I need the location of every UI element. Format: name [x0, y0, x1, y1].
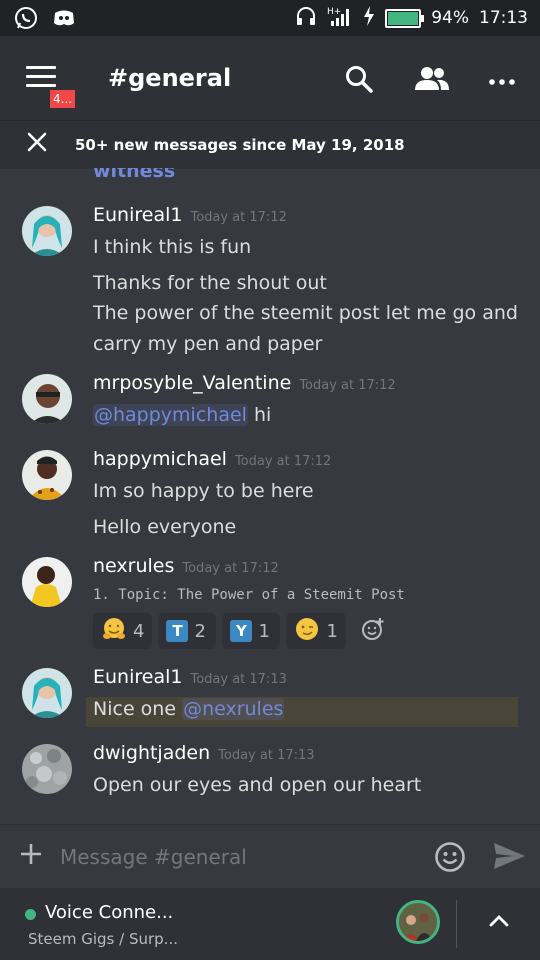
battery-level-fill — [388, 11, 419, 25]
discord-icon — [52, 6, 76, 34]
author-name[interactable]: mrposyble_Valentine — [93, 372, 291, 394]
message-text: Nice one @nexrules — [93, 698, 285, 720]
message-text: Open our eyes and open our heart — [93, 774, 422, 796]
hugging-face-emoji — [101, 616, 127, 647]
signal-icon: H+ — [327, 5, 353, 32]
channel-title: #general — [108, 64, 232, 92]
message-timestamp: Today at 17:12 — [299, 378, 396, 393]
reaction-count: 2 — [194, 620, 206, 642]
code-text: 1. Topic: The Power of a Steemit Post — [93, 587, 405, 603]
y-letter-emoji: Y — [230, 620, 253, 642]
author-name[interactable]: Eunireal1 — [93, 204, 182, 226]
clock: 17:13 — [479, 8, 528, 28]
message-input[interactable]: Message #general — [60, 845, 247, 869]
reaction[interactable]: Y 1 — [222, 613, 281, 649]
close-icon[interactable] — [26, 131, 48, 159]
message-author[interactable]: mrposyble_Valentine Today at 17:12 — [93, 372, 396, 394]
reaction[interactable]: T 2 — [158, 613, 217, 649]
message-text: carry my pen and paper — [93, 333, 323, 355]
voice-connection-bar[interactable]: Voice Conne... Steem Gigs / Surp... — [0, 888, 540, 960]
battery-icon — [385, 8, 425, 28]
add-reaction-icon — [360, 616, 386, 647]
message-author[interactable]: nexrules Today at 17:12 — [93, 555, 279, 577]
reaction[interactable]: 1 — [286, 613, 346, 649]
voice-status-dot — [25, 909, 36, 920]
message-text-fragment: Nice one — [93, 698, 183, 720]
avatar[interactable] — [22, 668, 72, 718]
channel-header: 4... #general — [0, 36, 540, 120]
reaction[interactable]: 4 — [93, 613, 153, 649]
message-text-fragment: hi — [247, 404, 272, 426]
new-messages-banner: 50+ new messages since May 19, 2018 — [0, 120, 540, 169]
members-icon[interactable] — [413, 64, 451, 98]
emoji-picker-icon[interactable] — [434, 841, 466, 877]
partial-message-text: witness — [93, 168, 176, 182]
message-composer: Message #general — [0, 824, 540, 889]
voice-status-title: Voice Conne... — [45, 902, 174, 923]
avatar[interactable] — [22, 744, 72, 794]
send-icon[interactable] — [492, 841, 526, 875]
message-author[interactable]: Eunireal1 Today at 17:13 — [93, 666, 287, 688]
add-reaction-button[interactable] — [352, 613, 394, 649]
winking-face-emoji — [294, 616, 320, 647]
avatar[interactable] — [22, 450, 72, 500]
reactions-row: 4 T 2 Y 1 1 — [93, 613, 394, 649]
user-mention[interactable]: @nexrules — [182, 698, 285, 720]
message-text: I think this is fun — [93, 236, 252, 258]
search-icon[interactable] — [344, 64, 374, 98]
new-messages-text: 50+ new messages since May 19, 2018 — [75, 136, 405, 154]
author-name[interactable]: Eunireal1 — [93, 666, 182, 688]
whatsapp-icon — [14, 6, 38, 34]
reaction-count: 1 — [258, 620, 270, 642]
divider — [456, 900, 457, 948]
message-author[interactable]: happymichael Today at 17:12 — [93, 448, 331, 470]
message-feed[interactable]: witness Eunireal1 Today at 17:12 I think … — [0, 168, 540, 824]
message-text: Hello everyone — [93, 516, 237, 538]
author-name[interactable]: dwightjaden — [93, 742, 210, 764]
more-icon[interactable] — [488, 72, 516, 91]
chevron-up-icon[interactable] — [488, 910, 510, 936]
user-mention[interactable]: @happymichael — [93, 404, 248, 426]
author-name[interactable]: happymichael — [93, 448, 227, 470]
reaction-count: 1 — [326, 620, 338, 642]
headset-icon — [295, 5, 317, 32]
charging-icon — [363, 5, 375, 31]
message-text: @happymichael hi — [93, 404, 271, 426]
avatar[interactable] — [22, 374, 72, 424]
message-timestamp: Today at 17:12 — [234, 454, 332, 469]
unread-badge: 4... — [48, 88, 78, 110]
status-bar: H+ 94% 17:13 — [0, 0, 540, 36]
voice-channel-name: Steem Gigs / Surp... — [28, 930, 178, 948]
message-text: Im so happy to be here — [93, 480, 314, 502]
message-timestamp: Today at 17:12 — [190, 210, 287, 225]
message-author[interactable]: dwightjaden Today at 17:13 — [93, 742, 315, 764]
t-letter-emoji: T — [166, 620, 189, 642]
avatar[interactable] — [22, 206, 72, 256]
message-text: The power of the steemit post let me go … — [93, 302, 518, 324]
svg-text:H+: H+ — [327, 7, 341, 17]
message-author[interactable]: Eunireal1 Today at 17:12 — [93, 204, 287, 226]
message-timestamp: Today at 17:12 — [182, 561, 279, 576]
author-name[interactable]: nexrules — [93, 555, 174, 577]
reaction-count: 4 — [133, 620, 145, 642]
voice-avatar[interactable] — [396, 900, 440, 944]
add-attachment-icon[interactable] — [18, 837, 44, 875]
message-timestamp: Today at 17:13 — [218, 748, 315, 763]
battery-percent: 94% — [431, 8, 469, 28]
avatar[interactable] — [22, 557, 72, 607]
message-timestamp: Today at 17:13 — [190, 672, 287, 687]
message-text: Thanks for the shout out — [93, 272, 327, 294]
